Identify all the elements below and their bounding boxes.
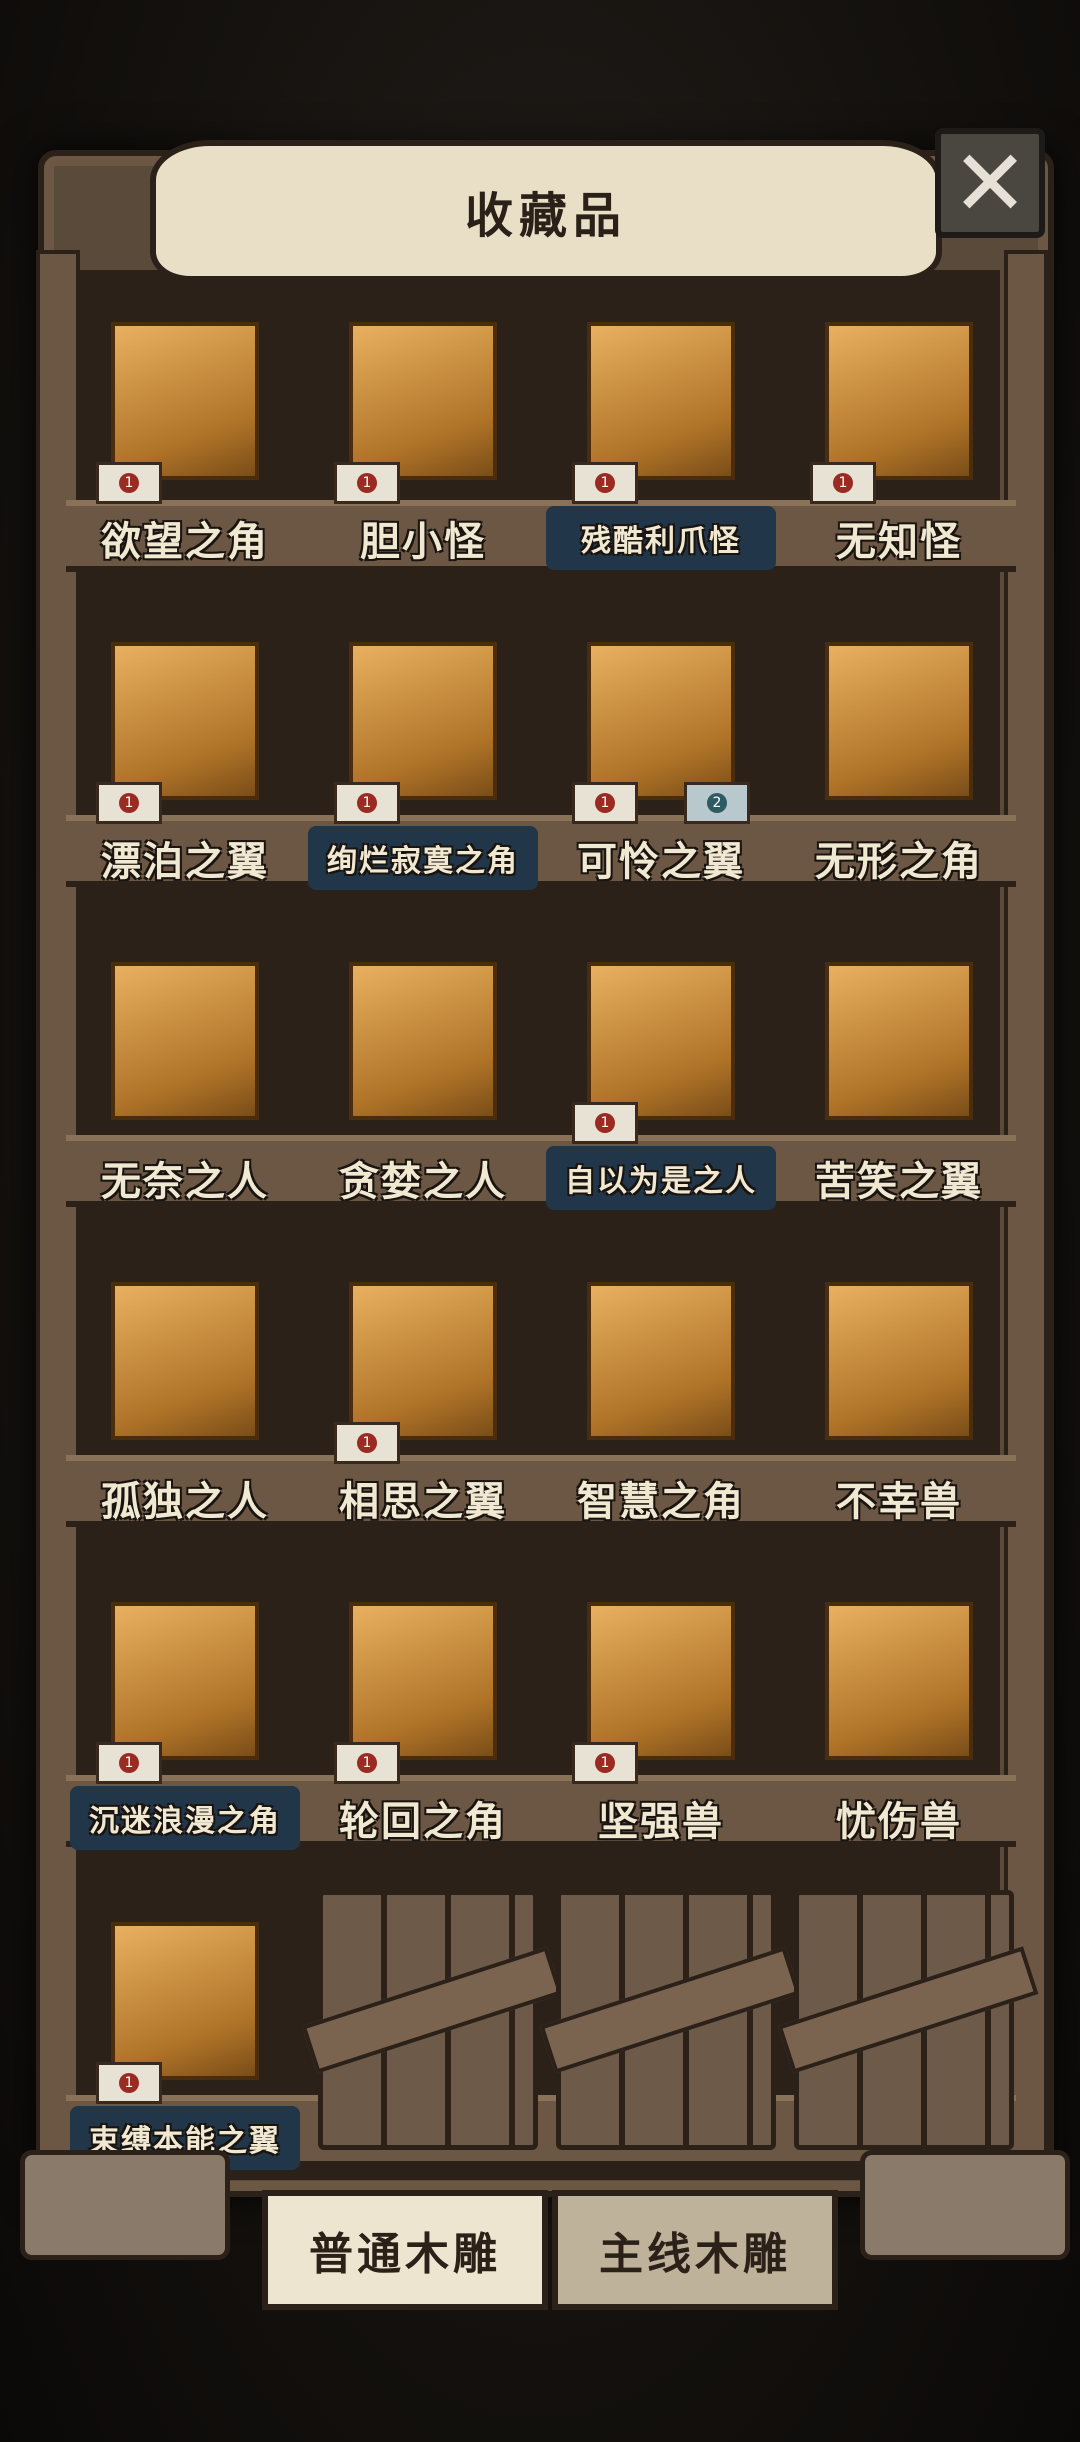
collection-item[interactable]: 1 残酷利爪怪 [546, 280, 776, 570]
carving-figure-icon [825, 962, 973, 1120]
tab-normal-carving[interactable]: 普通木雕 [262, 2190, 548, 2310]
item-name: 贪婪之人 [339, 1158, 507, 1205]
item-name: 自以为是之人 [546, 1146, 776, 1210]
item-name: 无奈之人 [101, 1158, 269, 1205]
count-badge: 1 [572, 462, 638, 504]
count-badge: 1 [334, 1422, 400, 1464]
count-badge: 1 [334, 462, 400, 504]
carving-figure-icon [587, 322, 735, 480]
collection-item[interactable]: 1 轮回之角 [308, 1560, 538, 1850]
count-badge: 1 [96, 1742, 162, 1784]
rubble-left-decoration [20, 2150, 230, 2260]
carving-figure-icon [111, 642, 259, 800]
carving-figure-icon [111, 1282, 259, 1440]
count-badge: 1 [96, 2062, 162, 2104]
collection-item[interactable]: 1 相思之翼 [308, 1240, 538, 1530]
collection-item[interactable]: 1 自以为是之人 [546, 920, 776, 1210]
item-name: 欲望之角 [101, 518, 269, 565]
plank-icon [301, 1946, 563, 2074]
item-name: 智慧之角 [577, 1478, 745, 1525]
carving-figure-icon [825, 1282, 973, 1440]
item-name: 忧伤兽 [836, 1798, 962, 1845]
item-name: 绚烂寂寞之角 [308, 826, 538, 890]
collection-item[interactable]: 贪婪之人 [308, 920, 538, 1210]
page-title: 收藏品 [464, 188, 627, 244]
carving-figure-icon [587, 962, 735, 1120]
item-name: 苦笑之翼 [815, 1158, 983, 1205]
locked-slot[interactable] [539, 1890, 801, 2150]
collection-item[interactable]: 1 束缚本能之翼 [70, 1880, 300, 2170]
collection-item[interactable]: 1 沉迷浪漫之角 [70, 1560, 300, 1850]
carving-figure-icon [349, 1602, 497, 1760]
carving-figure-icon [349, 322, 497, 480]
item-name: 不幸兽 [836, 1478, 962, 1525]
item-name: 轮回之角 [339, 1798, 507, 1845]
plank-icon [777, 1946, 1039, 2074]
rubble-right-decoration [860, 2150, 1070, 2260]
carving-figure-icon [825, 1602, 973, 1760]
carving-figure-icon [111, 322, 259, 480]
count-badge: 1 [334, 782, 400, 824]
collection-item[interactable]: 无形之角 [784, 600, 1014, 890]
collection-item[interactable]: 1 漂泊之翼 [70, 600, 300, 890]
count-badge: 1 [572, 782, 638, 824]
collection-item[interactable]: 苦笑之翼 [784, 920, 1014, 1210]
collection-item[interactable]: 1 欲望之角 [70, 280, 300, 570]
collection-item[interactable]: 1 绚烂寂寞之角 [308, 600, 538, 890]
collection-item[interactable]: 1 无知怪 [784, 280, 1014, 570]
item-name: 可怜之翼 [577, 838, 745, 885]
item-name: 残酷利爪怪 [546, 506, 776, 570]
collection-item[interactable]: 无奈之人 [70, 920, 300, 1210]
close-button[interactable]: ✕ [935, 128, 1045, 238]
count-badge: 1 [96, 462, 162, 504]
close-x-icon: ✕ [951, 129, 1029, 237]
item-name: 无形之角 [815, 838, 983, 885]
collection-item[interactable]: 1 坚强兽 [546, 1560, 776, 1850]
tab-main-carving[interactable]: 主线木雕 [552, 2190, 838, 2310]
count-badge: 1 [572, 1742, 638, 1784]
item-name: 相思之翼 [339, 1478, 507, 1525]
item-name: 坚强兽 [598, 1798, 724, 1845]
carving-figure-icon [349, 642, 497, 800]
carving-figure-icon [587, 642, 735, 800]
carving-figure-icon [587, 1282, 735, 1440]
carving-figure-icon [587, 1602, 735, 1760]
plank-icon [539, 1946, 801, 2074]
item-name: 胆小怪 [360, 518, 486, 565]
carving-figure-icon [349, 1282, 497, 1440]
collection-item[interactable]: 孤独之人 [70, 1240, 300, 1530]
carving-figure-icon [349, 962, 497, 1120]
carving-figure-icon [825, 642, 973, 800]
item-name: 漂泊之翼 [101, 838, 269, 885]
collection-item[interactable]: 1 2 可怜之翼 [546, 600, 776, 890]
count-badge: 1 [810, 462, 876, 504]
collection-item[interactable]: 智慧之角 [546, 1240, 776, 1530]
item-name: 孤独之人 [101, 1478, 269, 1525]
count-badge: 1 [572, 1102, 638, 1144]
locked-slot[interactable] [301, 1890, 563, 2150]
carving-figure-icon [825, 322, 973, 480]
carving-figure-icon [111, 1922, 259, 2080]
carving-figure-icon [111, 962, 259, 1120]
item-name: 沉迷浪漫之角 [70, 1786, 300, 1850]
title-banner: 收藏品 [150, 140, 942, 282]
collection-item[interactable]: 1 胆小怪 [308, 280, 538, 570]
count-badge-secondary: 2 [684, 782, 750, 824]
carving-figure-icon [111, 1602, 259, 1760]
count-badge: 1 [334, 1742, 400, 1784]
collection-item[interactable]: 忧伤兽 [784, 1560, 1014, 1850]
collection-item[interactable]: 不幸兽 [784, 1240, 1014, 1530]
locked-slot[interactable] [777, 1890, 1039, 2150]
count-badge: 1 [96, 782, 162, 824]
item-name: 无知怪 [836, 518, 962, 565]
